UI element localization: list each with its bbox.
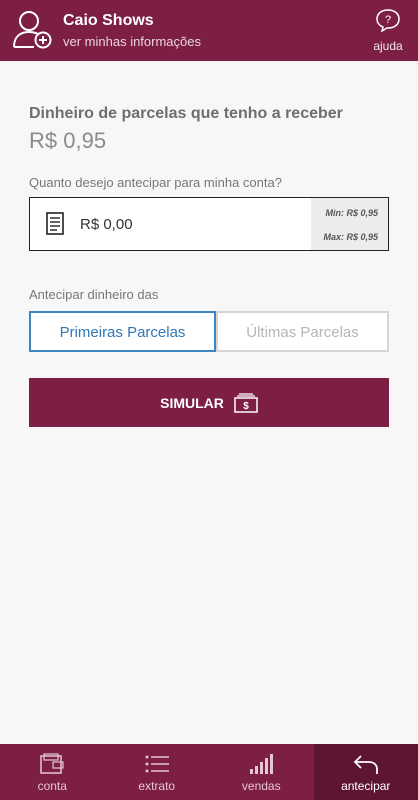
simulate-button[interactable]: SIMULAR $ <box>29 378 389 427</box>
view-profile-link[interactable]: ver minhas informações <box>63 34 201 49</box>
user-add-icon[interactable] <box>12 8 54 50</box>
amount-limits: Min: R$ 0,95 Max: R$ 0,95 <box>311 198 388 250</box>
nav-label-conta: conta <box>37 779 67 793</box>
nav-item-vendas[interactable]: vendas <box>209 744 314 800</box>
receivables-title: Dinheiro de parcelas que tenho a receber <box>29 105 343 122</box>
advance-amount-input[interactable]: R$ 0,00 Min: R$ 0,95 Max: R$ 0,95 <box>29 197 389 251</box>
amount-value[interactable]: R$ 0,00 <box>80 216 133 233</box>
simulate-label: SIMULAR <box>160 394 224 411</box>
help-icon: ? <box>376 9 400 33</box>
help-label: ajuda <box>373 39 403 53</box>
nav-item-extrato[interactable]: extrato <box>105 744 210 800</box>
help-button[interactable]: ? ajuda <box>370 8 406 53</box>
nav-item-antecipar[interactable]: antecipar <box>313 744 418 800</box>
last-installments-option[interactable]: Últimas Parcelas <box>216 311 389 352</box>
money-icon: $ <box>234 392 258 413</box>
nav-label-vendas: vendas <box>241 779 281 793</box>
svg-text:?: ? <box>385 14 391 26</box>
min-amount: Min: R$ 0,95 <box>325 208 378 218</box>
bottom-navigation: conta extrato vendas antecipar <box>0 744 418 800</box>
bars-icon <box>250 754 274 774</box>
first-installments-option[interactable]: Primeiras Parcelas <box>29 311 216 352</box>
max-amount: Max: R$ 0,95 <box>323 232 378 242</box>
advance-question: Quanto desejo antecipar para minha conta… <box>29 175 282 190</box>
wallet-icon <box>40 753 64 774</box>
user-name[interactable]: Caio Shows <box>63 12 154 30</box>
svg-text:$: $ <box>243 401 249 412</box>
receivables-balance: R$ 0,95 <box>29 128 107 153</box>
document-icon <box>46 212 64 235</box>
nav-item-conta[interactable]: conta <box>0 744 105 800</box>
installments-label: Antecipar dinheiro das <box>29 287 159 302</box>
nav-label-extrato: extrato <box>138 779 176 793</box>
undo-arrow-icon <box>353 755 378 774</box>
nav-label-antecipar: antecipar <box>341 779 391 793</box>
app-header: Caio Shows ver minhas informações ? ajud… <box>0 0 418 61</box>
list-icon <box>145 755 169 773</box>
